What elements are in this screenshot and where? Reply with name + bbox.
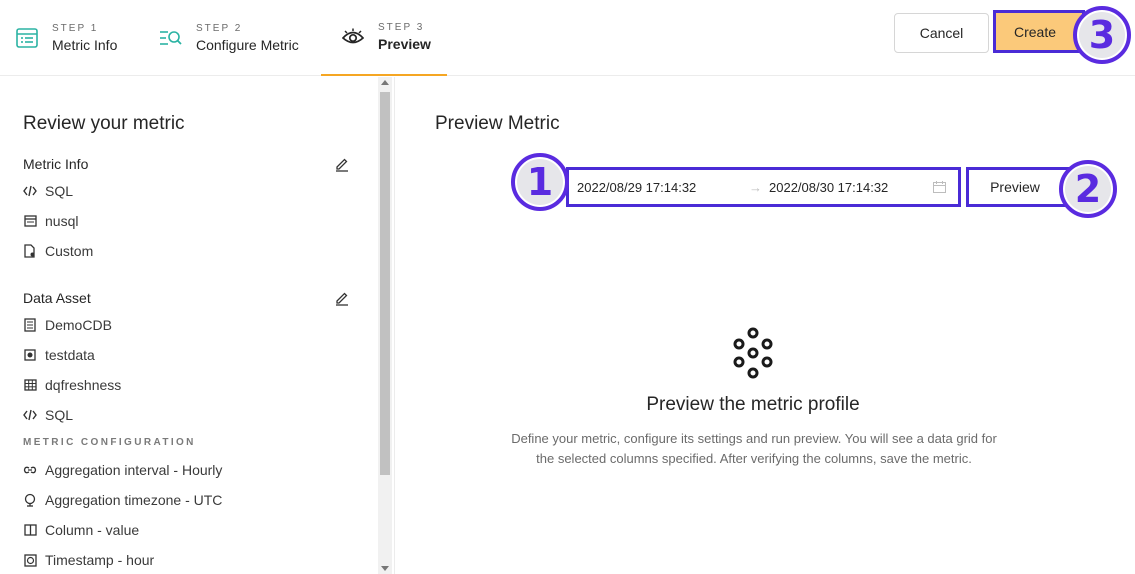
range-start-input[interactable]: 2022/08/29 17:14:32 <box>577 180 696 195</box>
scroll-up-icon[interactable] <box>381 80 389 85</box>
annotation-badge-2: 2 <box>1059 160 1117 218</box>
file-icon <box>23 244 37 258</box>
list-item: Custom <box>23 241 93 261</box>
step-number: STEP 2 <box>196 23 243 34</box>
list-item-label: Timestamp - hour <box>45 552 155 568</box>
table-icon <box>23 214 37 228</box>
range-end-input[interactable]: 2022/08/30 17:14:32 <box>769 180 888 195</box>
grid-icon <box>23 378 37 392</box>
step-name: Metric Info <box>52 37 118 53</box>
empty-state-title: Preview the metric profile <box>646 394 860 415</box>
list-item-label: SQL <box>45 407 74 423</box>
top-bar: STEP 1 Metric Info STEP 2 Configure Metr… <box>0 0 1135 76</box>
scrollbar-thumb[interactable] <box>380 92 390 475</box>
list-item: DemoCDB <box>23 315 112 335</box>
globe-icon <box>23 493 37 507</box>
list-item-label: dqfreshness <box>45 377 122 393</box>
step-name: Configure Metric <box>196 37 299 53</box>
step-name: Preview <box>378 36 431 52</box>
database-icon <box>23 318 37 332</box>
preview-button[interactable]: Preview <box>966 167 1072 207</box>
metric-configuration-title: METRIC CONFIGURATION <box>23 437 196 448</box>
list-item: Column - value <box>23 520 139 540</box>
metric-info-title: Metric Info <box>23 156 89 172</box>
eye-icon <box>341 25 365 49</box>
list-item-label: nusql <box>45 213 79 229</box>
preview-heading: Preview Metric <box>435 113 560 134</box>
date-range-picker[interactable]: 2022/08/29 17:14:32 → 2022/08/30 17:14:3… <box>566 167 961 207</box>
code-icon <box>23 408 37 422</box>
list-item: SQL <box>23 405 73 425</box>
search-list-icon <box>159 26 183 50</box>
schema-icon <box>23 348 37 362</box>
list-item-label: Aggregation timezone - UTC <box>45 492 223 508</box>
preview-panel: Preview Metric 2022/08/29 17:14:32 → 202… <box>396 77 1135 574</box>
list-item: Timestamp - hour <box>23 550 154 570</box>
list-item: nusql <box>23 211 78 231</box>
annotation-badge-3: 3 <box>1073 6 1131 64</box>
list-item-label: Column - value <box>45 522 140 538</box>
create-button[interactable]: Create <box>993 10 1085 53</box>
profile-dots-icon <box>729 327 777 379</box>
code-icon <box>23 184 37 198</box>
link-icon <box>23 463 37 477</box>
clock-icon <box>23 553 37 567</box>
list-item-label: SQL <box>45 183 74 199</box>
step-preview[interactable]: STEP 3 Preview <box>321 0 447 76</box>
list-item: testdata <box>23 345 95 365</box>
list-item: dqfreshness <box>23 375 121 395</box>
scrollbar[interactable] <box>378 77 392 574</box>
annotation-badge-1: 1 <box>511 153 569 211</box>
review-heading: Review your metric <box>23 113 185 134</box>
step-configure-metric[interactable]: STEP 2 Configure Metric <box>159 0 299 76</box>
calendar-icon[interactable] <box>933 181 946 193</box>
scroll-down-icon[interactable] <box>381 566 389 571</box>
list-item: Aggregation interval - Hourly <box>23 460 222 480</box>
list-icon <box>15 26 39 50</box>
list-item-label: DemoCDB <box>45 317 112 333</box>
step-number: STEP 3 <box>378 22 425 33</box>
step-metric-info[interactable]: STEP 1 Metric Info <box>15 0 117 76</box>
list-item-label: testdata <box>45 347 95 363</box>
list-item: Aggregation timezone - UTC <box>23 490 222 510</box>
empty-state-description: Define your metric, configure its settin… <box>511 431 997 466</box>
edit-icon[interactable] <box>334 290 350 306</box>
edit-icon[interactable] <box>334 156 350 172</box>
cancel-button[interactable]: Cancel <box>894 13 989 53</box>
list-item-label: Aggregation interval - Hourly <box>45 462 223 478</box>
range-arrow: → <box>749 179 762 195</box>
data-asset-title: Data Asset <box>23 290 91 306</box>
review-panel: Review your metric Metric Info SQL nusql… <box>0 77 395 574</box>
list-item-label: Custom <box>45 243 94 259</box>
list-item: SQL <box>23 181 73 201</box>
step-number: STEP 1 <box>52 23 99 34</box>
column-icon <box>23 523 37 537</box>
